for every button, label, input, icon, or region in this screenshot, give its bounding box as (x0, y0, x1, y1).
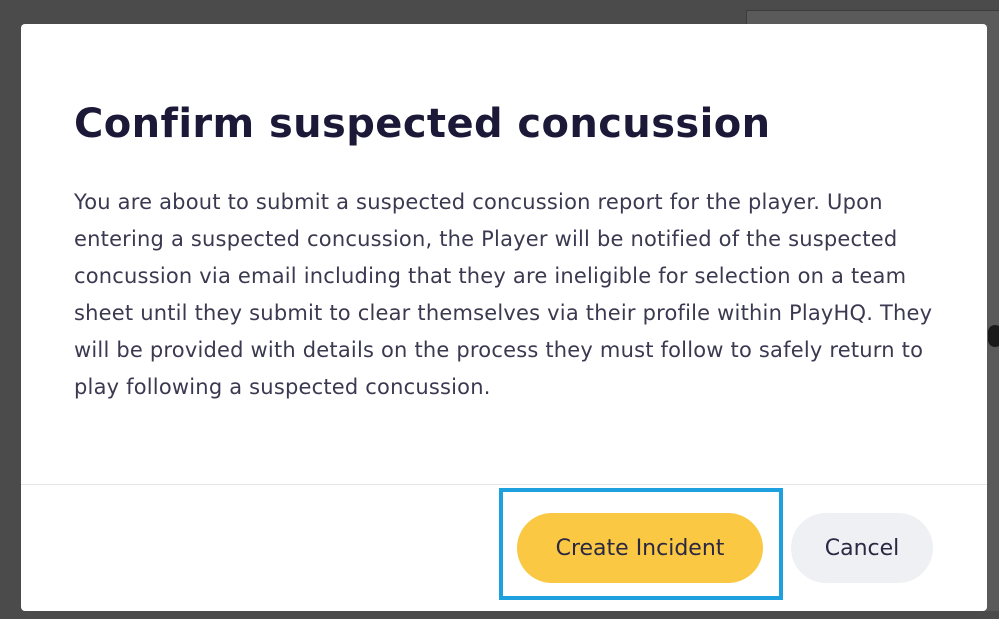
dialog-title: Confirm suspected concussion (74, 101, 771, 147)
confirm-dialog: Confirm suspected concussion You are abo… (21, 24, 987, 611)
dialog-message: You are about to submit a suspected conc… (74, 190, 933, 399)
create-incident-button[interactable]: Create Incident (517, 513, 763, 583)
dialog-footer-divider (21, 484, 987, 485)
background-dot (988, 325, 999, 347)
cancel-button[interactable]: Cancel (791, 513, 933, 583)
